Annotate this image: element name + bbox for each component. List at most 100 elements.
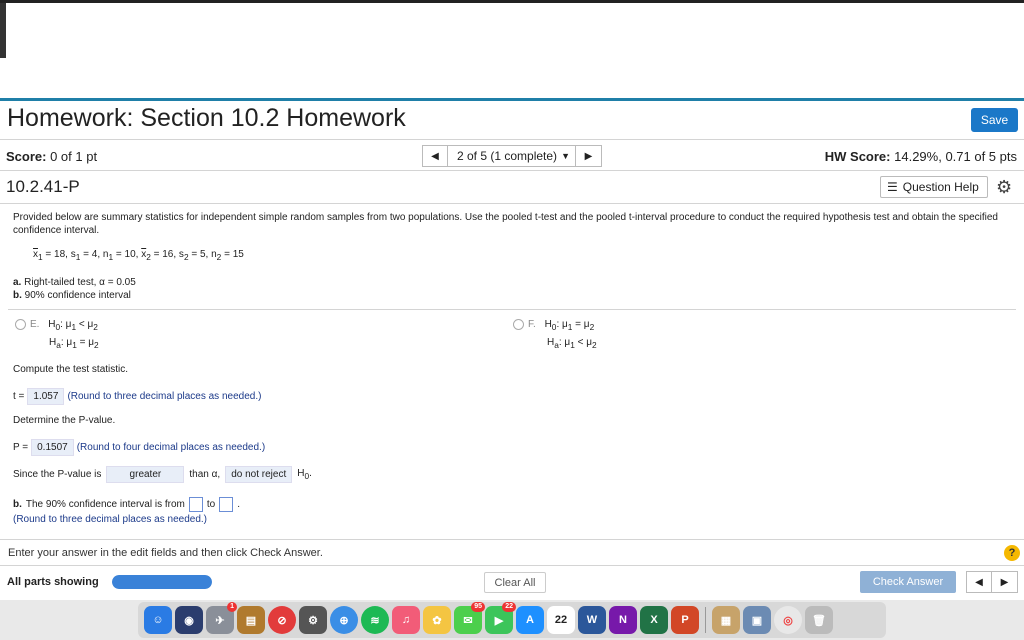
facetime-icon[interactable]: ▶ 22 <box>485 602 516 634</box>
finder-icon[interactable]: ☺ <box>144 606 172 634</box>
part-a-label: a. <box>13 277 22 288</box>
trash-icon[interactable]: 🗑 <box>805 606 833 634</box>
conclusion-row: Since the P-value is greater than α, do … <box>13 466 312 483</box>
triangle-right-icon: ▶ <box>1000 576 1009 588</box>
system-preferences-icon[interactable]: ⚙ <box>299 606 327 634</box>
gear-icon[interactable]: ⚙ <box>996 176 1012 198</box>
option-f[interactable]: F. H0: μ1 = μ2 Ha: μ1 < μ2 <box>513 317 597 353</box>
part-a: a. Right-tailed test, α = 0.05 <box>13 277 136 288</box>
siri-icon[interactable]: ◉ <box>175 606 203 634</box>
question-help-button[interactable]: ☰ Question Help <box>880 176 988 198</box>
ci-to: to <box>206 499 216 510</box>
confidence-interval-row: b. The 90% confidence interval is from t… <box>13 497 240 512</box>
stat-n2: 15 <box>232 249 244 260</box>
calendar-icon[interactable]: 22 <box>547 606 575 634</box>
blocked-app-icon[interactable]: ⊘ <box>268 606 296 634</box>
score-value: 0 of 1 pt <box>50 149 98 164</box>
triangle-left-icon: ◀ <box>975 576 983 588</box>
word-icon[interactable]: W <box>578 606 606 634</box>
option-e-letter: E. <box>30 319 40 330</box>
footer-previous-button[interactable]: ◀ <box>966 571 992 593</box>
save-button[interactable]: Save <box>971 108 1018 132</box>
question-select-value: 2 of 5 (1 complete) <box>457 149 558 163</box>
divider <box>0 565 1024 566</box>
ci-lower-input[interactable] <box>188 497 203 512</box>
t-hint: (Round to three decimal places as needed… <box>67 391 262 402</box>
list-icon: ☰ <box>887 180 898 194</box>
hw-score-value: 14.29%, 0.71 of 5 pts <box>894 149 1017 164</box>
calendar-day: 22 <box>554 614 568 626</box>
dropdown-arrow-icon: ▼ <box>561 151 570 161</box>
score: Score: 0 of 1 pt <box>6 149 97 164</box>
footer-instructions: Enter your answer in the edit fields and… <box>8 547 323 559</box>
compute-instruction: Compute the test statistic. <box>13 364 129 375</box>
t-answer-field[interactable]: 1.057 <box>27 388 65 405</box>
powerpoint-icon[interactable]: P <box>671 606 699 634</box>
onenote-icon[interactable]: N <box>609 606 637 634</box>
question-select[interactable]: 2 of 5 (1 complete) ▼ <box>448 145 576 167</box>
preview-icon[interactable]: ▣ <box>743 606 771 634</box>
decision-dropdown[interactable]: do not reject <box>225 466 293 483</box>
dock: ☺ ◉ ✈ 1 ▤ ⊘ ⚙ ⊕ ≋ ♫ ✿ ✉ 95 ▶ 22 A 22 W N X … <box>138 602 886 638</box>
document-icon[interactable]: ▦ <box>712 606 740 634</box>
triangle-left-icon: ◀ <box>431 150 439 162</box>
launchpad-icon[interactable]: ✈ 1 <box>206 602 237 634</box>
messages-icon[interactable]: ✉ 95 <box>454 602 485 634</box>
clear-all-button[interactable]: Clear All <box>484 572 546 593</box>
page-title: Homework: Section 10.2 Homework <box>7 104 406 132</box>
score-label: Score: <box>6 149 47 164</box>
option-e-radio[interactable] <box>15 318 26 330</box>
excel-icon[interactable]: X <box>640 606 668 634</box>
spotify-icon[interactable]: ≋ <box>361 606 389 634</box>
music-icon[interactable]: ♫ <box>392 606 420 634</box>
h0-symbol: H0. <box>297 468 312 481</box>
browser-chrome <box>0 0 1024 98</box>
facetime-badge: 22 <box>502 602 516 612</box>
t-prefix: t = <box>13 391 25 402</box>
messages-badge: 95 <box>471 602 485 612</box>
question-prompt: Provided below are summary statistics fo… <box>13 212 998 236</box>
option-e[interactable]: E. H0: μ1 < μ2 Ha: μ1 = μ2 <box>15 317 99 353</box>
help-icon[interactable]: ? <box>1004 545 1020 561</box>
next-question-button[interactable]: ▶ <box>576 145 602 167</box>
stat-s1: 4 <box>91 249 98 260</box>
comparison-dropdown[interactable]: greater <box>106 466 185 483</box>
window-left-edge <box>0 3 6 58</box>
hw-score-label: HW Score: <box>824 149 891 164</box>
all-parts-label: All parts showing <box>7 576 99 588</box>
option-f-radio[interactable] <box>513 318 524 330</box>
progress-fill <box>112 575 212 589</box>
check-answer-button[interactable]: Check Answer <box>860 571 956 593</box>
p-prefix: P = <box>13 442 29 453</box>
footer-next-button[interactable]: ▶ <box>992 571 1018 593</box>
part-b-label: b. <box>13 290 22 301</box>
notes-app-icon[interactable]: ▤ <box>237 606 265 634</box>
divider <box>0 139 1024 140</box>
ci-upper-input[interactable] <box>219 497 234 512</box>
p-value-row: P = 0.1507 (Round to four decimal places… <box>13 439 265 456</box>
triangle-right-icon: ▶ <box>584 150 593 162</box>
stat-n1: 10 <box>124 249 136 260</box>
question-id: 10.2.41-P <box>6 177 80 196</box>
t-statistic-row: t = 1.057 (Round to three decimal places… <box>13 388 261 405</box>
since-prefix: Since the P-value is <box>13 469 102 480</box>
summary-statistics: x1 = 18, s1 = 4, n1 = 10, x2 = 16, s2 = … <box>33 249 244 262</box>
parts-progress-bar <box>112 575 212 589</box>
photos-icon[interactable]: ✿ <box>423 606 451 634</box>
app-store-icon[interactable]: A <box>516 606 544 634</box>
divider <box>0 170 1024 171</box>
chrome-icon[interactable]: ◎ <box>774 606 802 634</box>
ci-label: b. <box>13 499 22 510</box>
header-accent-bar <box>0 98 1024 101</box>
previous-question-button[interactable]: ◀ <box>422 145 448 167</box>
part-a-text: Right-tailed test, α = 0.05 <box>24 277 136 288</box>
divider <box>8 309 1016 310</box>
safari-icon[interactable]: ⊕ <box>330 606 358 634</box>
stat-x1: 18 <box>54 249 66 260</box>
option-f-letter: F. <box>528 319 536 330</box>
p-answer-field[interactable]: 0.1507 <box>31 439 74 456</box>
question-help-label: Question Help <box>902 180 979 194</box>
divider <box>0 203 1024 204</box>
launchpad-badge: 1 <box>227 602 237 612</box>
hw-score: HW Score: 14.29%, 0.71 of 5 pts <box>825 149 1017 164</box>
